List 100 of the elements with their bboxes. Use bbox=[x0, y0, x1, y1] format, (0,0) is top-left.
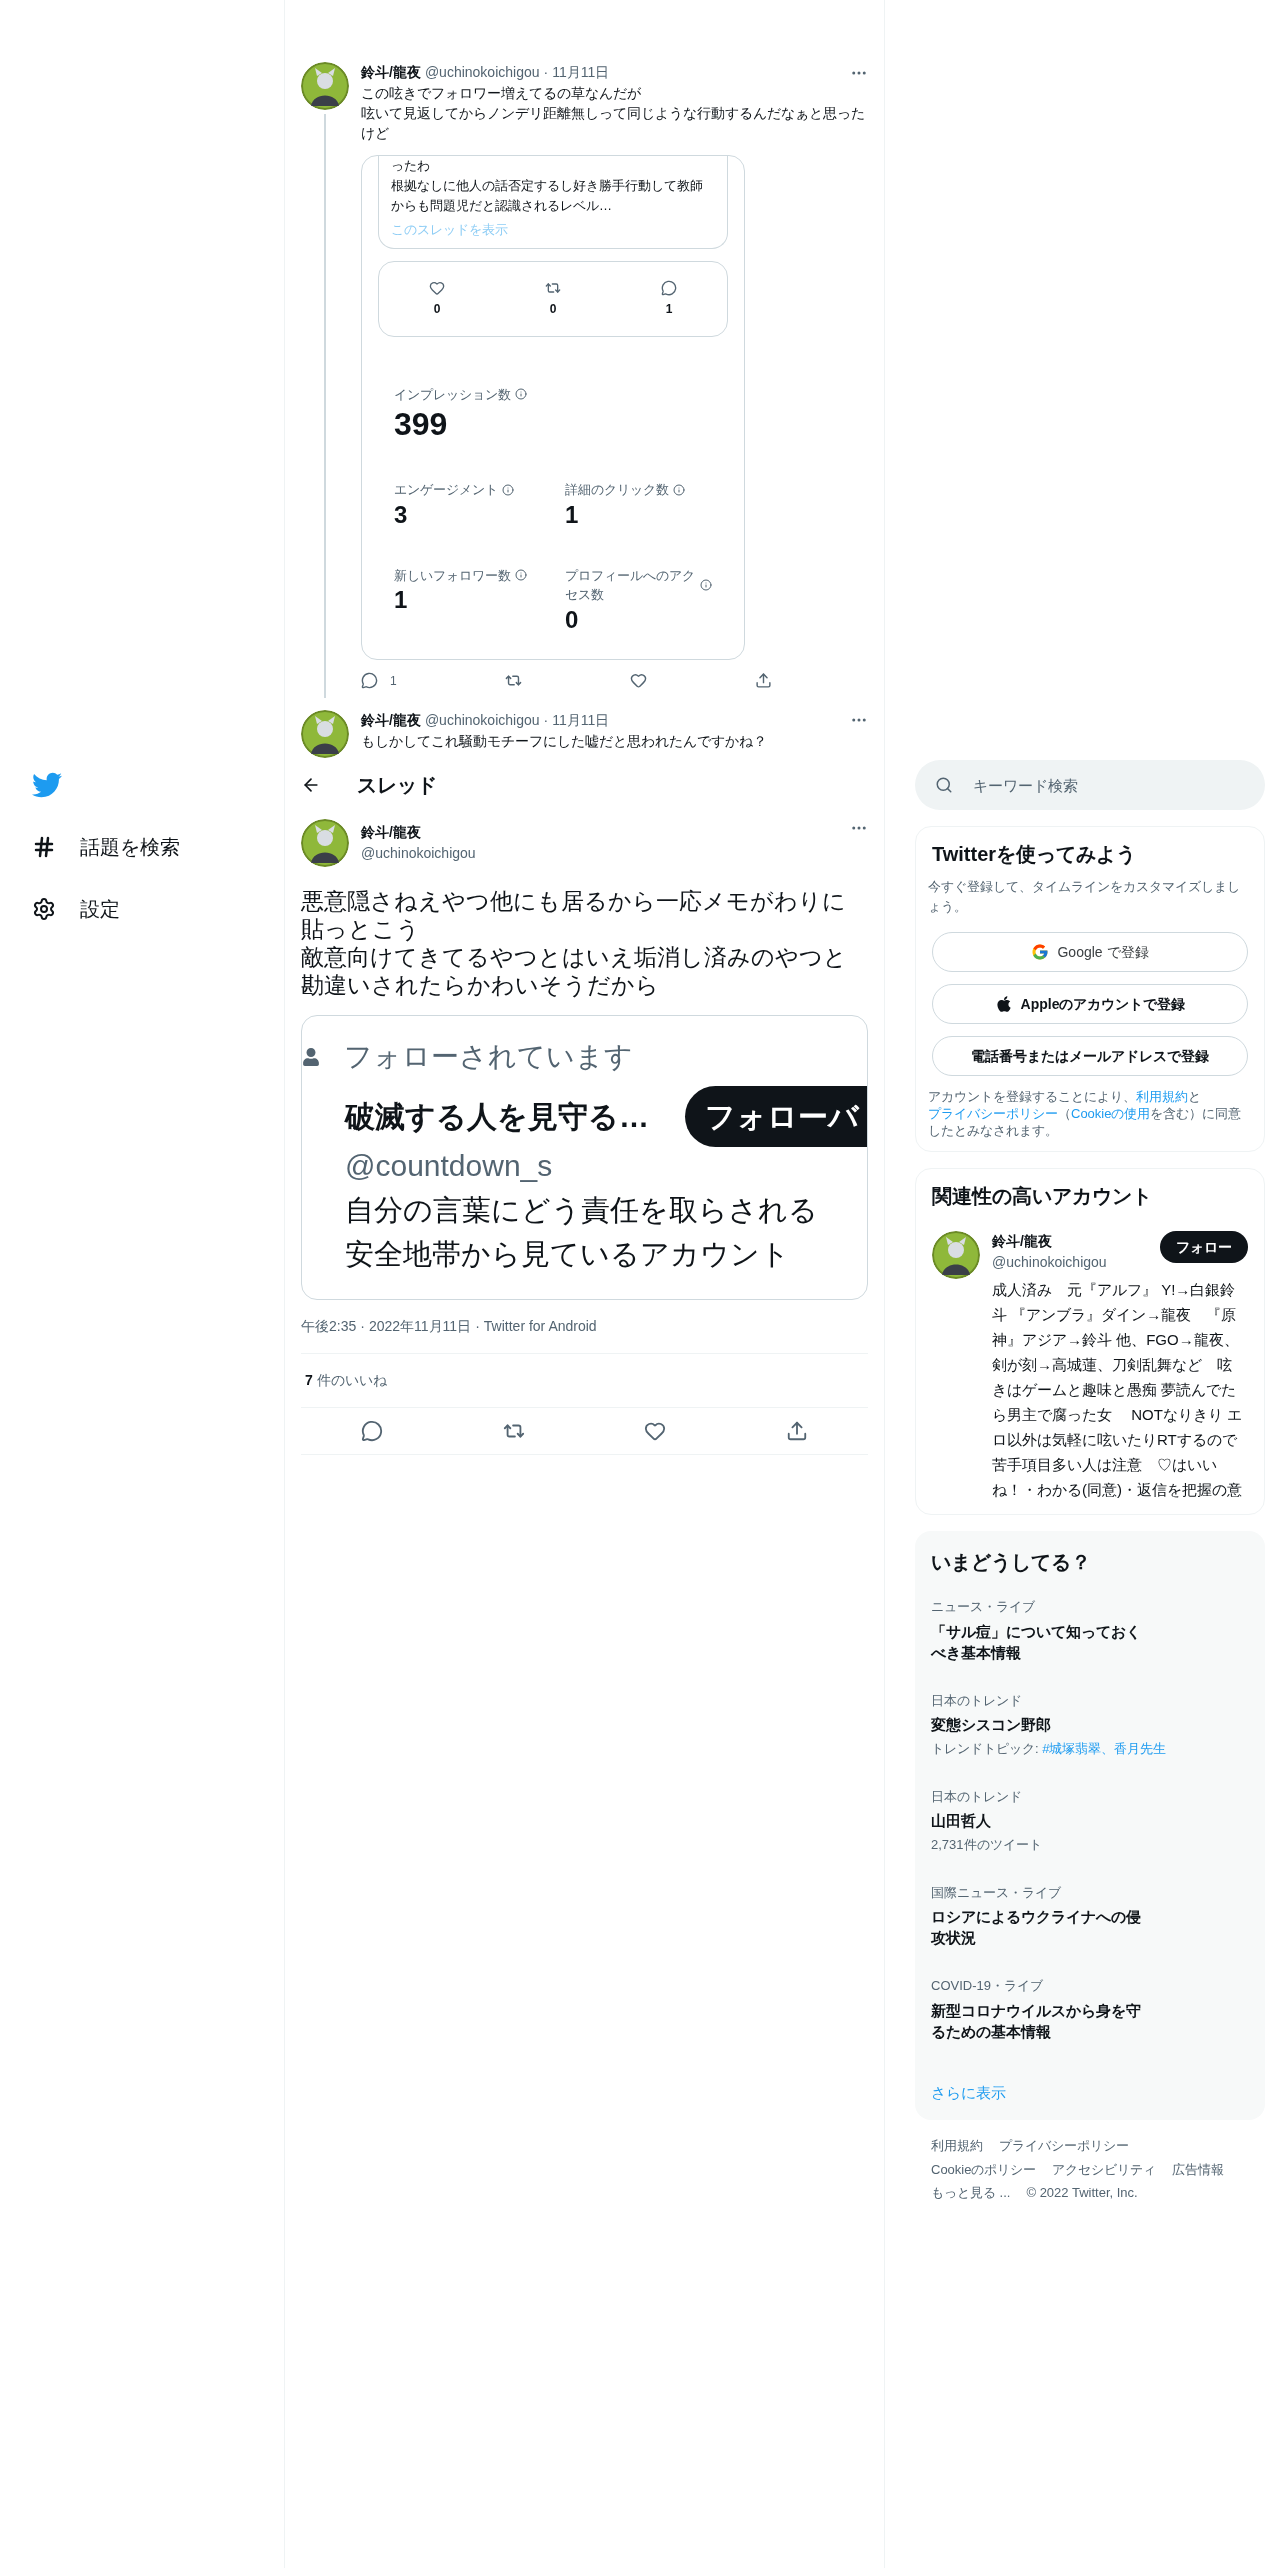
trend-category: 国際ニュース・ライブ bbox=[931, 1883, 1062, 1902]
count: 0 bbox=[433, 300, 441, 318]
tweet-date[interactable]: 11月11日 bbox=[552, 709, 610, 731]
account-handle: @countdown_s bbox=[344, 1147, 554, 1184]
sidebar-item[interactable]: 話題を検索 bbox=[32, 832, 284, 862]
legal-text: アカウントを登録することにより、利用規約 と プライバシーポリシー（Cookieの使用を含む）に同意したとみなされます。 bbox=[928, 1088, 1243, 1139]
card-subtitle: 今すぐ登録して、タイムラインをカスタマイズしましょう。 bbox=[928, 878, 1241, 916]
sidebar-item[interactable]: 設定 bbox=[32, 894, 284, 924]
footer-link[interactable]: 広告情報 bbox=[1172, 2159, 1225, 2179]
trend-category: ニュース・ライブ bbox=[931, 1598, 1036, 1616]
header-title: スレッド bbox=[357, 772, 437, 798]
trend-title: 変態シスコン野郎 bbox=[931, 1715, 1052, 1735]
footer-link[interactable]: もっと見る ... bbox=[931, 2183, 1011, 2203]
tweet-text: もしかしてこれ騒動モチーフにした嘘だと思われたんですかね？ bbox=[361, 731, 768, 751]
separator-dot: · bbox=[543, 710, 549, 730]
separator-dot: · bbox=[475, 1316, 480, 1336]
tweet-text: この呟きでフォロワー増えてるの草なんだが bbox=[361, 84, 642, 103]
avatar[interactable] bbox=[932, 1231, 980, 1279]
trend-title: 「サル痘」について知っておくべき基本情報 bbox=[931, 1621, 1142, 1663]
metric-value: 1 bbox=[565, 499, 580, 530]
metric-value: 1 bbox=[394, 585, 409, 615]
metric-label: 新しいフォロワー数 bbox=[394, 566, 511, 585]
trend-category: COVID-19・ライブ bbox=[931, 1977, 1044, 1995]
info-icon bbox=[673, 483, 685, 496]
footer-link[interactable]: 利用規約 bbox=[931, 2136, 983, 2156]
tweet-text: 呟いて見返してからノンデリ距離無しって同じような行動するんだなぁと思ったけど bbox=[361, 104, 866, 143]
tweet-text: 悪意隠さねえやつ他にも居るから一応メモがわりに貼っとこう bbox=[301, 886, 847, 943]
trend-title: ロシアによるウクライナへの侵攻状況 bbox=[931, 1907, 1142, 1948]
thread-text: 根拠なしに他人の話否定するし好き勝手行動して教師からも問題児だと認識されるレベル… bbox=[391, 177, 704, 215]
info-icon bbox=[515, 569, 527, 582]
tweet-meta[interactable]: 午後2:35 bbox=[301, 1315, 357, 1337]
like-label[interactable]: 件のいいね bbox=[316, 1369, 387, 1391]
trend-subtitle: 2,731件のツイート bbox=[931, 1836, 1043, 1854]
avatar[interactable] bbox=[301, 709, 349, 758]
thread-text: ったわ bbox=[391, 157, 431, 175]
footer-link[interactable]: Cookieのポリシー bbox=[931, 2159, 1037, 2179]
reply-icon[interactable] bbox=[360, 1419, 383, 1442]
user-name[interactable]: 鈴斗/龍夜 bbox=[992, 1231, 1107, 1252]
trend-item[interactable]: ニュース・ライブ 「サル痘」について知っておくべき基本情報 bbox=[931, 1597, 1249, 1663]
account-bio: 安全地帯から見ているアカウント bbox=[345, 1237, 791, 1272]
reply-icon[interactable] bbox=[361, 672, 378, 689]
tweet-meta[interactable]: Twitter for Android bbox=[483, 1315, 597, 1337]
trend-subtitle: トレンドトピック: #城塚翡翠、香月先生 bbox=[931, 1740, 1168, 1758]
tweet-text: 敵意向けてきてるやつとはいえ垢消し済みのやつと勘違いされたらかわいそうだから bbox=[301, 942, 848, 999]
google-icon bbox=[1031, 943, 1050, 961]
trend-category: 日本のトレンド bbox=[931, 1787, 1023, 1806]
info-icon bbox=[700, 579, 712, 591]
metric-value: 3 bbox=[394, 499, 409, 530]
search-field[interactable]: キーワード検索 bbox=[915, 760, 1265, 810]
footer-link[interactable]: プライバシーポリシー bbox=[999, 2136, 1129, 2156]
metric-label: プロフィールへのアクセス数 bbox=[565, 566, 696, 604]
followed-label: フォローされています bbox=[344, 1039, 633, 1074]
apple-icon bbox=[994, 995, 1013, 1013]
metric-label: 詳細のクリック数 bbox=[565, 481, 669, 499]
avatar[interactable] bbox=[301, 62, 349, 110]
like-icon[interactable] bbox=[429, 279, 445, 296]
separator-dot: · bbox=[543, 63, 549, 82]
metric-value: 0 bbox=[565, 604, 580, 635]
tweet-date[interactable]: 11月11日 bbox=[552, 62, 610, 83]
hashtag-icon bbox=[32, 835, 56, 859]
reply-count: 1 bbox=[390, 672, 397, 690]
user-name[interactable]: 鈴斗/龍夜 bbox=[361, 821, 838, 843]
search-icon bbox=[935, 776, 953, 794]
info-icon bbox=[515, 388, 527, 401]
separator-dot: · bbox=[360, 1316, 365, 1336]
user-handle: @uchinokoichigou bbox=[992, 1253, 1107, 1272]
account-name: 破滅する人を見守る… bbox=[345, 1098, 649, 1135]
user-name[interactable]: 鈴斗/龍夜 bbox=[361, 62, 421, 83]
card-title: 関連性の高いアカウント bbox=[932, 1184, 1153, 1209]
metric-label: エンゲージメント bbox=[394, 481, 498, 499]
share-icon[interactable] bbox=[754, 672, 772, 689]
tweet-meta[interactable]: 2022年11月11日 bbox=[368, 1315, 472, 1337]
footer-link[interactable]: アクセシビリティ bbox=[1052, 2159, 1157, 2179]
footer-link[interactable]: © 2022 Twitter, Inc. bbox=[1026, 2183, 1138, 2203]
metric-label: インプレッション数 bbox=[394, 385, 511, 404]
like-count: 7 bbox=[305, 1370, 313, 1390]
trend-item[interactable]: 日本のトレンド 山田哲人 2,731件のツイート bbox=[931, 1786, 1249, 1855]
reply-icon[interactable] bbox=[661, 279, 677, 296]
user-handle: @uchinokoichigou bbox=[361, 843, 477, 863]
follow-button[interactable]: フォロー bbox=[1160, 1231, 1248, 1263]
card-title: いまどうしてる？ bbox=[931, 1550, 1092, 1575]
avatar[interactable] bbox=[301, 818, 349, 867]
share-icon[interactable] bbox=[786, 1419, 809, 1442]
user-handle: @uchinokoichigou bbox=[424, 63, 540, 82]
account-bio: 自分の言葉にどう責任を取らされる bbox=[345, 1193, 819, 1228]
user-name[interactable]: 鈴斗/龍夜 bbox=[361, 709, 421, 731]
card-title: Twitterを使ってみよう bbox=[931, 842, 1138, 867]
trend-item[interactable]: COVID-19・ライブ 新型コロナウイルスから身を守るための基本情報 bbox=[931, 1976, 1249, 2042]
like-icon[interactable] bbox=[629, 672, 647, 689]
trend-title: 山田哲人 bbox=[931, 1811, 992, 1831]
trend-category: 日本のトレンド bbox=[931, 1691, 1023, 1710]
user-handle: @uchinokoichigou bbox=[424, 710, 540, 730]
trend-item[interactable]: 国際ニュース・ライブ ロシアによるウクライナへの侵攻状況 bbox=[931, 1882, 1249, 1948]
count: 0 bbox=[549, 300, 557, 318]
count: 1 bbox=[665, 300, 673, 318]
person-icon bbox=[302, 1047, 320, 1066]
trend-title: 新型コロナウイルスから身を守るための基本情報 bbox=[931, 2000, 1142, 2042]
bird-logo-icon[interactable] bbox=[32, 770, 62, 800]
follow-back-button[interactable]: フォローバ bbox=[685, 1085, 867, 1147]
metric-value: 399 bbox=[394, 405, 449, 444]
